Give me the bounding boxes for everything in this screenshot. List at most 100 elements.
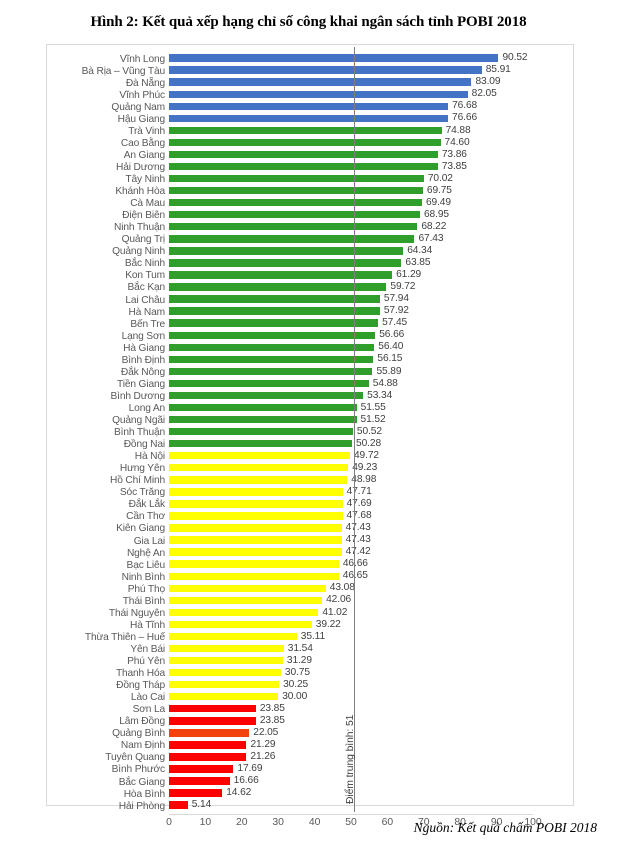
bar-track: 57.92 xyxy=(169,305,533,318)
bar-row: Gia Lai 47.43 xyxy=(47,534,573,547)
bar-track: 51.55 xyxy=(169,402,533,414)
bar xyxy=(169,379,369,388)
bar xyxy=(169,608,319,617)
bar-category-label: Hải Phòng xyxy=(118,800,165,812)
bar-row: Nam Định 21.29 xyxy=(47,739,573,752)
bar-category-label: Bắc Ninh xyxy=(124,258,165,270)
bar-category-label: Bạc Liêu xyxy=(126,559,166,571)
bar-row: Đắk Lắk 47.69 xyxy=(47,498,573,511)
bar-row: Tây Ninh 70.02 xyxy=(47,173,573,186)
bar-row: Bình Định 56.15 xyxy=(47,353,573,366)
bar-row: Hưng Yên 49.23 xyxy=(47,462,573,475)
bar-track: 74.88 xyxy=(169,125,533,137)
bar xyxy=(169,90,468,98)
bar xyxy=(169,729,250,737)
bar-row: Lạng Sơn 56.66 xyxy=(47,329,573,342)
bar xyxy=(169,235,415,243)
bar-category-label: Tây Ninh xyxy=(125,174,165,186)
bar-row: Hà Tĩnh 39.22 xyxy=(47,619,573,631)
bar-category-label: Thái Nguyên xyxy=(108,607,165,619)
bar xyxy=(169,150,438,159)
bar-value-label: 51.52 xyxy=(360,413,386,425)
bar-category-label: Hà Giang xyxy=(123,342,165,354)
bar-value-label: 43.08 xyxy=(329,582,355,594)
bar-value-label: 47.43 xyxy=(345,534,371,546)
bar-value-label: 73.85 xyxy=(441,160,467,172)
bar xyxy=(169,331,376,339)
page-title: Hình 2: Kết quả xếp hạng chỉ số công kha… xyxy=(90,14,527,30)
bar-category-label: Vĩnh Phúc xyxy=(119,89,165,101)
bar-row: Bắc Giang 16.66 xyxy=(47,775,573,788)
bar xyxy=(169,439,353,448)
bar xyxy=(169,753,247,761)
bar-value-label: 85.91 xyxy=(485,64,511,76)
bar-category-label: Cần Thơ xyxy=(126,511,165,523)
bar-row: Nghệ An 47.42 xyxy=(47,546,573,559)
bar-row: Bà Rịa – Vũng Tàu 85.91 xyxy=(47,64,573,77)
bar-row: Quảng Ngãi 51.52 xyxy=(47,413,573,427)
bar-row: Cần Thơ 47.68 xyxy=(47,510,573,523)
bar-row: Thái Nguyên 41.02 xyxy=(47,607,573,619)
bar xyxy=(169,271,393,279)
bar-value-label: 31.54 xyxy=(287,642,313,654)
bar-row: Phú Yên 31.29 xyxy=(47,655,573,668)
bar-row: Bến Tre 57.45 xyxy=(47,317,573,330)
bar xyxy=(169,596,323,605)
bar-track: 47.68 xyxy=(169,510,533,523)
bar xyxy=(169,705,256,713)
bar-category-label: Long An xyxy=(128,402,165,414)
bar-category-label: Hòa Bình xyxy=(123,788,165,800)
bar-category-label: Trà Vinh xyxy=(128,125,165,137)
bar xyxy=(169,536,342,544)
bar xyxy=(169,307,380,315)
bar xyxy=(169,584,326,592)
bar-value-label: 67.43 xyxy=(418,232,444,244)
bar-category-label: Quảng Ngãi xyxy=(112,415,165,427)
bar-value-label: 16.66 xyxy=(233,775,259,787)
bar-value-label: 64.34 xyxy=(407,245,433,256)
bar-row: Điện Biên 68.95 xyxy=(47,208,573,222)
bar-category-label: Kiên Giang xyxy=(116,523,165,535)
bar-value-label: 76.66 xyxy=(452,112,478,124)
bar-value-label: 68.95 xyxy=(423,208,449,220)
bar-track: 57.94 xyxy=(169,293,533,306)
bar-track: 76.66 xyxy=(169,112,533,125)
bar-row: Hồ Chí Minh 48.98 xyxy=(47,474,573,487)
bar-track: 46.65 xyxy=(169,570,533,583)
bar-track: 30.00 xyxy=(169,691,533,704)
bar-row: Bắc Kạn 59.72 xyxy=(47,281,573,294)
bar-track: 47.43 xyxy=(169,522,533,535)
bar-category-label: Bình Định xyxy=(121,354,166,366)
bar xyxy=(169,78,472,86)
bar-value-label: 47.69 xyxy=(346,498,372,510)
bar-track: 74.60 xyxy=(169,137,533,149)
bar-row: Đồng Nai 50.28 xyxy=(47,438,573,451)
bar xyxy=(169,319,379,327)
bar xyxy=(169,548,342,556)
bar-category-label: Lâm Đồng xyxy=(119,716,165,728)
bar-track: 85.91 xyxy=(169,64,533,77)
bar-track: 69.75 xyxy=(169,185,533,198)
bar-value-label: 21.26 xyxy=(250,751,276,763)
bar-track: 43.08 xyxy=(169,582,533,595)
bar-category-label: Tiền Giang xyxy=(117,378,165,390)
bar-value-label: 54.88 xyxy=(372,377,398,389)
source-note: Nguồn: Kết quả chấm POBI 2018 xyxy=(413,820,597,835)
bar-category-label: Thái Bình xyxy=(122,595,165,607)
bar-row: Lai Châu 57.94 xyxy=(47,293,573,306)
bar-track: 31.54 xyxy=(169,643,533,655)
bar-value-label: 59.72 xyxy=(390,281,416,293)
x-axis-rule xyxy=(169,814,533,816)
bar-track: 56.15 xyxy=(169,353,533,366)
bar-track: 90.52 xyxy=(169,52,533,65)
bar-value-label: 74.60 xyxy=(444,136,470,148)
bar-track: 82.05 xyxy=(169,88,533,101)
bar-row: Vĩnh Long 90.52 xyxy=(47,52,573,65)
bar-category-label: Kon Tum xyxy=(125,270,165,282)
bar-row: Hải Dương 73.85 xyxy=(47,161,573,173)
bar-value-label: 39.22 xyxy=(315,618,341,630)
bar-category-label: Quảng Bình xyxy=(112,728,165,740)
bar-category-label: Cà Mau xyxy=(130,198,165,210)
bar-track: 61.29 xyxy=(169,269,533,282)
bar-value-label: 83.09 xyxy=(475,76,501,88)
